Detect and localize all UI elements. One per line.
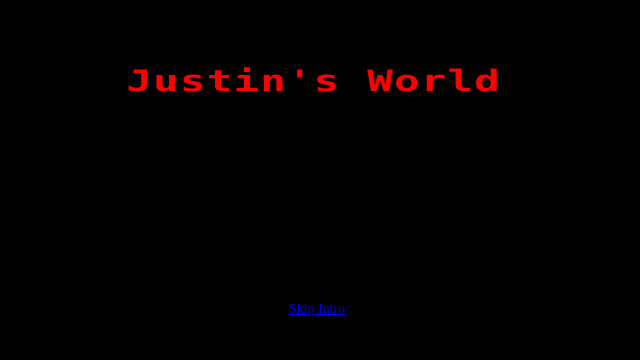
skip-intro-link[interactable]: Skip Intro: [289, 302, 345, 317]
title-container: Justin's World: [0, 62, 640, 102]
skip-container: Skip Intro: [0, 300, 640, 318]
intro-page: Justin's World Skip Intro: [0, 0, 640, 360]
site-title: Justin's World: [126, 64, 502, 99]
